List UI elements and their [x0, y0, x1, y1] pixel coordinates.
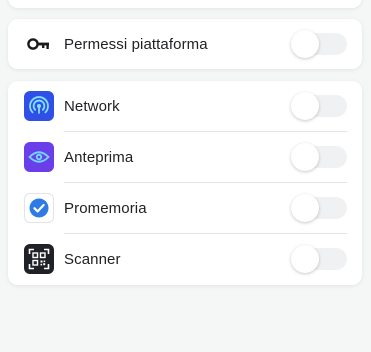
anteprima-toggle[interactable] [291, 143, 347, 171]
toggle-knob [291, 30, 319, 58]
list-item-anteprima[interactable]: Anteprima [8, 132, 362, 182]
features-card: Network Anteprima Promemoria Scanner [8, 81, 362, 285]
platform-permissions-toggle[interactable] [291, 30, 347, 58]
eye-icon [24, 142, 54, 172]
platform-permissions-label: Permessi piattaforma [64, 35, 208, 53]
toggle-knob [291, 194, 319, 222]
list-item-label: Promemoria [64, 199, 147, 217]
scanner-toggle[interactable] [291, 245, 347, 273]
list-item-label: Network [64, 97, 120, 115]
previous-card [8, 0, 362, 8]
toggle-knob [291, 92, 319, 120]
toggle-knob [291, 143, 319, 171]
list-item-promemoria[interactable]: Promemoria [8, 183, 362, 233]
toggle-knob [291, 245, 319, 273]
list-item-network[interactable]: Network [8, 81, 362, 131]
network-toggle[interactable] [291, 92, 347, 120]
list-item-label: Scanner [64, 250, 121, 268]
platform-permissions-row[interactable]: Permessi piattaforma [8, 19, 362, 69]
list-item-label: Anteprima [64, 148, 134, 166]
platform-permissions-card: Permessi piattaforma [8, 19, 362, 69]
check-circle-icon [24, 193, 54, 223]
list-item-scanner[interactable]: Scanner [8, 234, 362, 284]
key-icon [24, 29, 54, 59]
qr-scanner-icon [24, 244, 54, 274]
network-icon [24, 91, 54, 121]
promemoria-toggle[interactable] [291, 194, 347, 222]
